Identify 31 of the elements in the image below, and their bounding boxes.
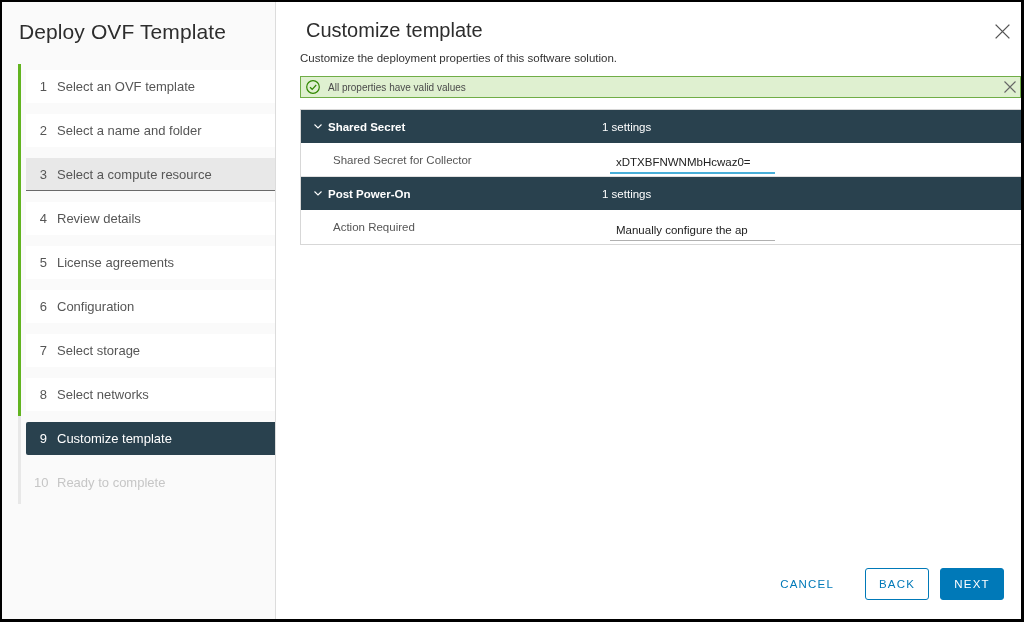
text-input[interactable]: xDTXBFNWNMbHcwaz0= — [610, 151, 775, 174]
wizard-step[interactable]: 6 Configuration — [26, 290, 275, 323]
text-input[interactable]: Manually configure the ap — [610, 219, 775, 241]
wizard-step[interactable]: 8 Select networks — [26, 378, 275, 411]
alert-message: All properties have valid values — [328, 81, 467, 93]
group-title[interactable]: Post Power-On — [328, 187, 602, 200]
property-label: Shared Secret for Collector — [333, 153, 473, 166]
wizard-step[interactable]: 1 Select an OVF template — [26, 70, 275, 103]
close-button[interactable] — [995, 23, 1011, 40]
alert-close-button[interactable] — [1004, 81, 1016, 93]
chevron-icon[interactable] — [314, 191, 322, 196]
wizard-step[interactable]: 2 Select a name and folder — [26, 114, 275, 147]
cancel-button[interactable]: CANCEL — [767, 568, 847, 600]
wizard-step[interactable]: 7 Select storage — [26, 334, 275, 367]
wizard-step[interactable]: 3 Select a compute resource — [26, 158, 275, 191]
close-icon — [995, 24, 1010, 39]
settings-count: 1 settings — [602, 187, 652, 200]
settings-count: 1 settings — [602, 120, 652, 133]
property-label: Action Required — [333, 221, 416, 233]
next-button[interactable]: NEXT — [940, 568, 1004, 600]
check-circle-icon — [306, 80, 320, 94]
page-title: Customize template — [306, 18, 483, 42]
close-icon — [1004, 81, 1016, 93]
back-button[interactable]: BACK — [865, 568, 929, 600]
page-description: Customize the deployment properties of this software solution. — [300, 51, 619, 66]
chevron-icon[interactable] — [314, 124, 322, 129]
wizard-title: Deploy OVF Template — [18, 19, 227, 44]
wizard-step[interactable]: 5 License agreements — [26, 246, 275, 279]
wizard-step[interactable]: 9 Customize template — [26, 422, 275, 455]
wizard-step[interactable]: 4 Review details — [26, 202, 275, 235]
group-title[interactable]: Shared Secret — [328, 120, 602, 133]
